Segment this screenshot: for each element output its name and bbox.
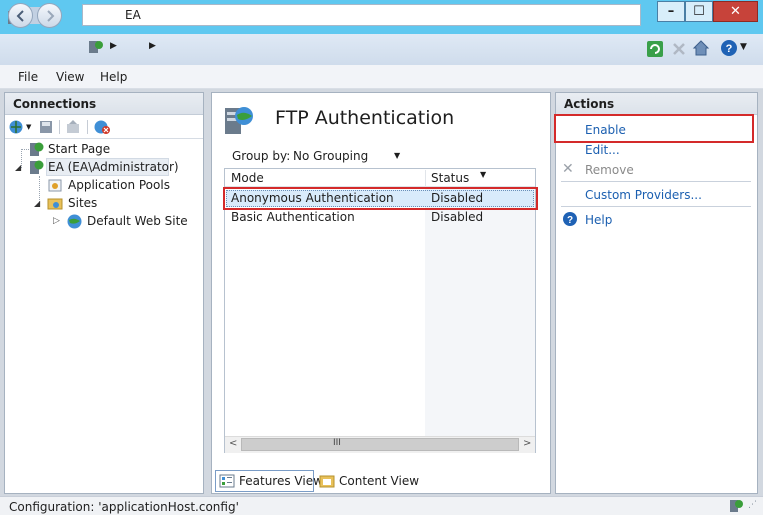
menu-view[interactable]: View bbox=[56, 70, 84, 84]
forward-button[interactable] bbox=[37, 3, 62, 28]
tree-item-start-page[interactable]: Start Page bbox=[48, 142, 110, 156]
svg-text:?: ? bbox=[567, 215, 573, 226]
help-menu-icon[interactable]: ? bbox=[720, 39, 738, 57]
features-view-label: Features View bbox=[239, 474, 323, 488]
expand-site-icon[interactable]: ▷ bbox=[53, 216, 60, 226]
home-icon[interactable] bbox=[692, 39, 710, 57]
toolbar-divider bbox=[59, 120, 60, 134]
status-server-icon bbox=[730, 500, 743, 512]
feature-title: FTP Authentication bbox=[275, 107, 455, 129]
help-dropdown-icon[interactable]: ▼ bbox=[740, 42, 747, 52]
scroll-left-icon[interactable]: < bbox=[229, 438, 237, 449]
group-by-label: Group by: bbox=[232, 149, 291, 163]
actions-separator bbox=[561, 181, 751, 182]
server-node-icon bbox=[30, 160, 44, 174]
maximize-icon: ☐ bbox=[693, 4, 705, 19]
svg-text:?: ? bbox=[726, 43, 733, 55]
group-by-value: No Grouping bbox=[293, 149, 369, 163]
action-help[interactable]: Help bbox=[585, 213, 612, 227]
save-icon[interactable] bbox=[38, 119, 54, 135]
content-view-icon bbox=[319, 475, 335, 488]
action-custom-providers[interactable]: Custom Providers... bbox=[585, 188, 702, 202]
tree-item-app-pools[interactable]: Application Pools bbox=[68, 178, 170, 192]
list-header bbox=[225, 169, 535, 187]
features-view-icon bbox=[219, 474, 235, 488]
tree-item-server[interactable]: EA (EA\Administrator) bbox=[48, 160, 179, 174]
column-divider bbox=[425, 170, 426, 187]
tab-content-view[interactable]: Content View bbox=[316, 470, 422, 492]
app-pools-icon bbox=[48, 179, 62, 192]
up-level-icon[interactable] bbox=[65, 119, 81, 135]
scroll-grip-icon: III bbox=[333, 438, 341, 448]
minimize-button[interactable]: – bbox=[657, 1, 685, 22]
connect-dropdown-icon[interactable]: ▼ bbox=[26, 123, 31, 131]
close-button[interactable]: ✕ bbox=[713, 1, 758, 22]
actions-header: Actions bbox=[556, 93, 757, 115]
maximize-button[interactable]: ☐ bbox=[685, 1, 713, 22]
server-icon bbox=[89, 41, 103, 53]
forward-arrow-icon bbox=[46, 9, 54, 22]
menu-file[interactable]: File bbox=[18, 70, 38, 84]
back-button[interactable] bbox=[8, 3, 33, 28]
start-page-icon bbox=[30, 142, 44, 156]
menu-help[interactable]: Help bbox=[100, 70, 127, 84]
action-remove[interactable]: Remove bbox=[585, 163, 634, 177]
content-view-label: Content View bbox=[339, 474, 420, 488]
scroll-thumb[interactable] bbox=[241, 438, 519, 451]
help-icon: ? bbox=[563, 212, 577, 226]
status-column-shading bbox=[425, 187, 535, 437]
toolbar-divider bbox=[87, 120, 88, 134]
breadcrumb-separator-icon: ▶ bbox=[110, 41, 117, 51]
annotation-highlight-enable bbox=[554, 114, 754, 143]
refresh-icon[interactable] bbox=[646, 40, 664, 58]
back-arrow-icon bbox=[16, 9, 24, 22]
website-globe-icon bbox=[67, 214, 82, 229]
annotation-highlight-anonymous bbox=[223, 187, 538, 210]
column-header-mode[interactable]: Mode bbox=[231, 171, 264, 185]
connections-header: Connections bbox=[5, 93, 203, 115]
tree-item-sites[interactable]: Sites bbox=[68, 196, 97, 210]
resize-grip-icon[interactable]: ⋰ bbox=[748, 500, 757, 510]
stop-icon[interactable] bbox=[670, 40, 688, 58]
sort-descending-icon: ▼ bbox=[480, 170, 487, 179]
breadcrumb-arrow-icon[interactable]: ▶ bbox=[149, 41, 156, 51]
actions-separator bbox=[561, 206, 751, 207]
remove-icon: ✕ bbox=[562, 161, 574, 177]
scroll-right-icon[interactable]: > bbox=[523, 438, 531, 449]
ftp-auth-feature-icon bbox=[225, 107, 253, 134]
row-mode-basic[interactable]: Basic Authentication bbox=[231, 210, 355, 224]
minimize-icon: – bbox=[667, 4, 675, 19]
connect-globe-icon[interactable] bbox=[8, 119, 24, 135]
group-by-chevron-icon: ▼ bbox=[394, 151, 401, 160]
disconnect-icon[interactable] bbox=[93, 119, 111, 135]
address-field[interactable] bbox=[82, 4, 641, 26]
sites-folder-icon bbox=[47, 198, 63, 210]
action-edit[interactable]: Edit... bbox=[585, 143, 620, 157]
collapse-server-icon[interactable]: ◢ bbox=[15, 163, 21, 172]
row-status-basic[interactable]: Disabled bbox=[431, 210, 483, 224]
close-icon: ✕ bbox=[730, 4, 741, 19]
tree-item-default-site[interactable]: Default Web Site bbox=[87, 214, 188, 228]
collapse-sites-icon[interactable]: ◢ bbox=[34, 199, 40, 208]
column-header-status[interactable]: Status bbox=[431, 171, 469, 185]
breadcrumb-server[interactable]: EA bbox=[125, 8, 141, 22]
status-config-text: Configuration: 'applicationHost.config' bbox=[9, 500, 239, 514]
tab-features-view-content: Features View bbox=[216, 470, 326, 492]
